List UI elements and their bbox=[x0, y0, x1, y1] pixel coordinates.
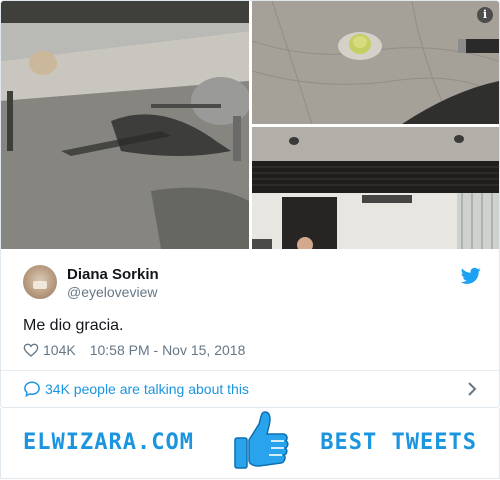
tweet-timestamp[interactable]: 10:58 PM - Nov 15, 2018 bbox=[90, 342, 246, 358]
photo-concrete-wheelbarrow[interactable] bbox=[1, 1, 249, 249]
avatar[interactable] bbox=[23, 265, 57, 299]
tweet-text: Me dio gracia. bbox=[23, 317, 124, 334]
tweet-meta: 104K 10:58 PM - Nov 15, 2018 bbox=[23, 341, 245, 359]
site-brand[interactable]: ELWIZARA.COM bbox=[23, 430, 194, 455]
photo-cactus-concrete[interactable]: i bbox=[252, 1, 499, 124]
thumbs-up-icon bbox=[234, 411, 289, 469]
promo-banner: ELWIZARA.COM BEST TWEETS bbox=[0, 408, 500, 479]
chevron-right-icon bbox=[468, 382, 477, 396]
info-icon[interactable]: i bbox=[477, 7, 493, 23]
conversation-link[interactable]: 34K people are talking about this bbox=[1, 371, 499, 407]
twitter-bird-icon[interactable] bbox=[461, 267, 481, 285]
like-count[interactable]: 104K bbox=[43, 342, 76, 358]
author-name[interactable]: Diana Sorkin bbox=[67, 266, 159, 283]
speech-bubble-icon bbox=[24, 381, 40, 398]
author-handle[interactable]: @eyeloveview bbox=[67, 284, 157, 300]
tweet-media-grid: i bbox=[1, 1, 499, 249]
heart-icon[interactable] bbox=[23, 342, 39, 358]
tagline: BEST TWEETS bbox=[320, 430, 477, 455]
photo-garage[interactable] bbox=[252, 127, 499, 249]
tweet-card: i Diana Sorkin @eyeloveview Me dio graci… bbox=[0, 0, 500, 408]
conversation-count-label: 34K people are talking about this bbox=[45, 381, 249, 397]
